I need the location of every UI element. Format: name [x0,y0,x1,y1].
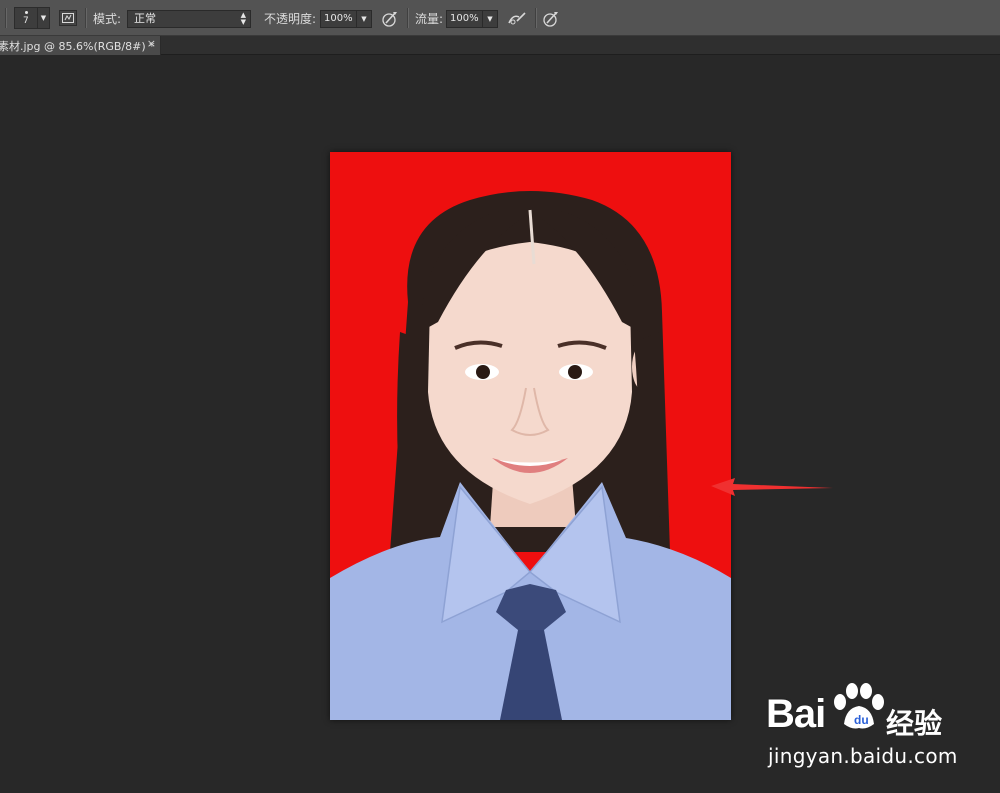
pressure-opacity-button[interactable] [380,9,400,29]
watermark-url: jingyan.baidu.com [768,744,958,768]
separator [85,8,86,28]
chevron-down-icon[interactable]: ▼ [356,11,371,27]
brush-tip-icon [25,11,28,14]
flow-field[interactable]: 100% ▼ [446,10,498,28]
baidu-jingyan-watermark: du Bai 经验 jingyan.baidu.com [762,682,992,782]
chevron-down-icon[interactable]: ▼ [482,11,497,27]
brush-panel-toggle-button[interactable] [59,10,77,26]
document-tab-strip: 素材.jpg @ 85.6%(RGB/8#) * × [0,36,1000,55]
chevron-down-icon[interactable]: ▼ [37,8,49,28]
brush-panel-icon [62,13,74,23]
watermark-brand-cn: 经验 [886,707,943,740]
photoshop-window: 7 ▼ 模式: 正常 ▲ ▼ 不透明度: 100% ▼ 流量: 100% ▼ 素… [0,0,1000,793]
separator [407,8,408,28]
pressure-size-button[interactable] [541,9,561,29]
left-pupil [476,365,490,379]
document-tab-title: 素材.jpg @ 85.6%(RGB/8#) * [0,40,155,53]
separator [5,8,6,28]
annotation-arrow [711,478,833,496]
tool-options-bar: 7 ▼ 模式: 正常 ▲ ▼ 不透明度: 100% ▼ 流量: 100% ▼ [0,0,1000,36]
close-icon[interactable]: × [147,37,156,50]
flow-label: 流量: [415,11,444,26]
svg-text:du: du [854,713,869,727]
opacity-field[interactable]: 100% ▼ [320,10,372,28]
mode-label: 模式: [93,11,122,26]
blend-mode-value: 正常 [134,12,156,25]
document-tab[interactable]: 素材.jpg @ 85.6%(RGB/8#) * × [0,36,161,55]
right-pupil [568,365,582,379]
paw-icon: du [834,683,884,729]
airbrush-button[interactable] [507,9,527,29]
pressure-size-icon [543,12,558,27]
brush-preset-picker[interactable]: 7 ▼ [14,7,50,29]
airbrush-icon [508,12,526,25]
separator [535,8,536,28]
document-image[interactable] [330,152,731,720]
watermark-brand: Bai [766,692,826,736]
brush-size: 7 [23,16,29,26]
opacity-value: 100% [324,13,353,24]
pressure-pen-icon [382,12,397,27]
flow-value: 100% [450,13,479,24]
blend-mode-select[interactable]: 正常 ▲ ▼ [127,10,251,28]
opacity-label: 不透明度: [264,11,317,26]
updown-arrows-icon: ▲ ▼ [240,11,246,26]
